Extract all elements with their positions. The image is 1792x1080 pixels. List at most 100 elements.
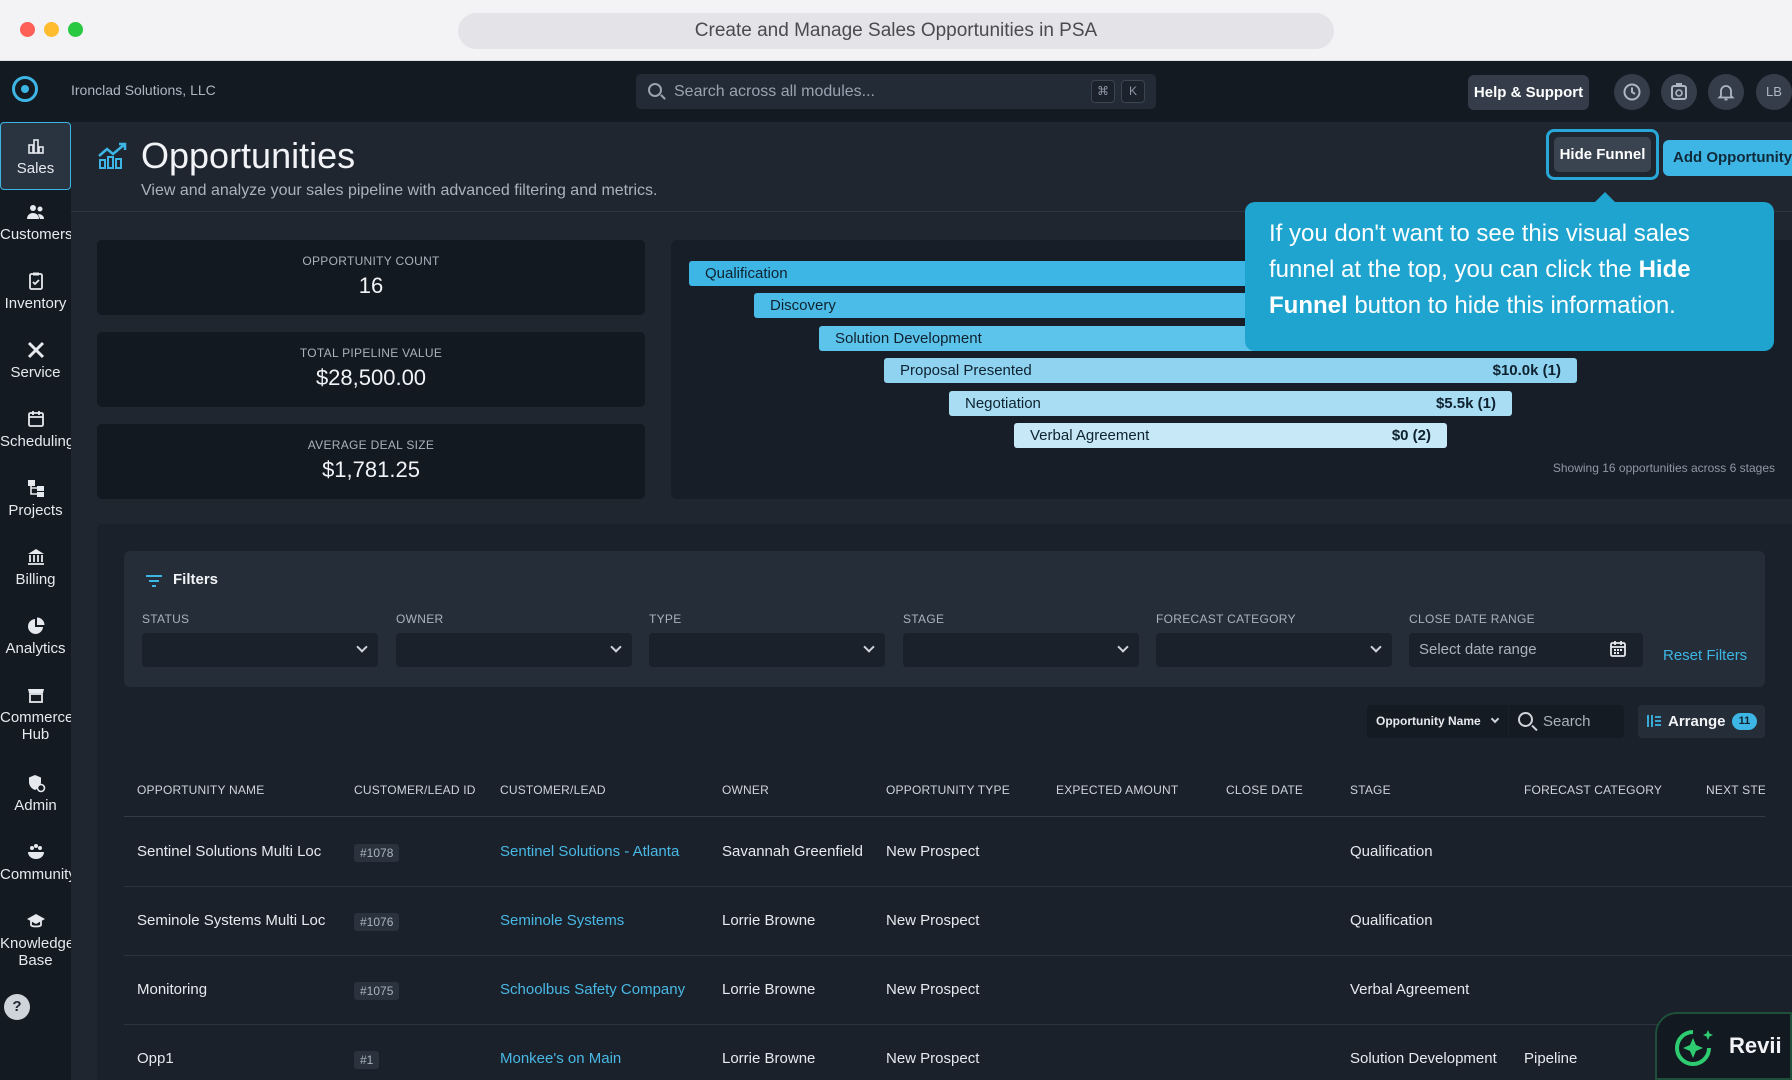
metric-value: $28,500.00	[315, 365, 427, 390]
sidebar-item-admin[interactable]: Admin	[0, 773, 71, 814]
funnel-stage-value: $0 (2)	[1391, 427, 1431, 444]
sidebar-item-commerce-hub[interactable]: Commerce Hub	[0, 685, 71, 743]
notifications-button[interactable]	[1708, 74, 1744, 110]
clipboard-icon	[28, 272, 43, 290]
help-support-button[interactable]: Help & Support	[1468, 75, 1589, 110]
sidebar-item-analytics[interactable]: Analytics	[0, 616, 71, 657]
sidebar-item-projects[interactable]: Projects	[0, 478, 71, 519]
cell-opportunity-type: New Prospect	[886, 1050, 980, 1067]
timer-button[interactable]	[1661, 74, 1697, 110]
funnel-stage-negotiation[interactable]: Negotiation $5.5k (1)	[949, 391, 1512, 416]
user-avatar[interactable]: LB	[1756, 74, 1792, 110]
minimize-window-button[interactable]	[44, 22, 59, 37]
funnel-summary-note: Showing 16 opportunities across 6 stages	[1552, 461, 1775, 475]
app-logo-icon[interactable]	[12, 76, 38, 102]
metric-total-pipeline-value: TOTAL PIPELINE VALUE $28,500.00	[97, 332, 645, 407]
arrange-columns-button[interactable]: Arrange 11	[1638, 705, 1765, 738]
cell-opportunity-type: New Prospect	[886, 843, 980, 860]
close-date-range-input[interactable]: Select date range	[1409, 633, 1643, 667]
date-range-placeholder: Select date range	[1419, 641, 1537, 658]
column-header-owner[interactable]: OWNER	[722, 783, 769, 797]
type-select[interactable]	[649, 633, 885, 667]
funnel-stage-name: Negotiation	[965, 395, 1041, 412]
cell-forecast-category: Pipeline	[1524, 1050, 1578, 1067]
calendar-icon	[27, 411, 44, 427]
pie-chart-icon	[27, 617, 44, 634]
owner-select[interactable]	[396, 633, 632, 667]
table-row[interactable]: Sentinel Solutions Multi Loc #1078 Senti…	[124, 818, 1792, 887]
help-question-icon[interactable]: ?	[4, 994, 30, 1020]
sidebar-item-label: Community	[0, 866, 71, 883]
cell-opportunity-name[interactable]: Sentinel Solutions Multi Loc	[137, 843, 321, 860]
table-row[interactable]: Seminole Systems Multi Loc #1076 Seminol…	[124, 887, 1792, 956]
browser-title[interactable]: Create and Manage Sales Opportunities in…	[458, 13, 1334, 49]
sidebar-item-community[interactable]: Community	[0, 842, 71, 883]
column-header-opportunity-name[interactable]: OPPORTUNITY NAME	[137, 783, 264, 797]
sidebar-item-label: Analytics	[5, 640, 66, 657]
filter-label-status: STATUS	[142, 612, 190, 626]
table-search-input[interactable]: Search	[1509, 705, 1624, 738]
tooltip-text-part2: button to hide this information.	[1347, 292, 1676, 319]
cell-owner: Lorrie Browne	[722, 912, 816, 929]
sidebar-item-service[interactable]: Service	[0, 340, 71, 381]
column-header-opportunity-type[interactable]: OPPORTUNITY TYPE	[886, 783, 1010, 797]
store-icon	[27, 689, 44, 703]
browser-titlebar: Create and Manage Sales Opportunities in…	[0, 0, 1792, 61]
tooltip-text-part1: If you don't want to see this visual sal…	[1269, 220, 1690, 283]
revii-assistant-button[interactable]: Revii	[1655, 1012, 1792, 1080]
funnel-stage-proposal-presented[interactable]: Proposal Presented $10.0k (1)	[884, 358, 1577, 383]
metric-value: 16	[358, 273, 384, 298]
app-window: Ironclad Solutions, LLC Search across al…	[0, 61, 1792, 1080]
cell-customer-lead-id: #1076	[354, 913, 400, 931]
maximize-window-button[interactable]	[68, 22, 83, 37]
sidebar-item-label: Admin	[14, 797, 57, 814]
search-field-select[interactable]: Opportunity Name	[1367, 705, 1508, 738]
cell-owner: Savannah Greenfield	[722, 843, 863, 860]
add-opportunity-button[interactable]: Add Opportunity	[1663, 140, 1792, 176]
close-window-button[interactable]	[20, 22, 35, 37]
sidebar-item-scheduling[interactable]: Scheduling	[0, 409, 71, 450]
chevron-down-icon	[1370, 641, 1382, 653]
cell-opportunity-name[interactable]: Monitoring	[137, 981, 207, 998]
arrange-count-badge: 11	[1732, 713, 1757, 730]
cell-opportunity-name[interactable]: Seminole Systems Multi Loc	[137, 912, 325, 929]
tools-icon	[27, 341, 44, 359]
funnel-stage-verbal-agreement[interactable]: Verbal Agreement $0 (2)	[1014, 423, 1447, 448]
forecast-category-select[interactable]	[1156, 633, 1392, 667]
cell-customer-lead-link[interactable]: Seminole Systems	[500, 912, 624, 929]
sidebar-item-sales[interactable]: Sales	[0, 122, 71, 190]
status-select[interactable]	[142, 633, 378, 667]
column-header-customer-lead[interactable]: CUSTOMER/LEAD	[500, 783, 606, 797]
column-header-close-date[interactable]: CLOSE DATE	[1226, 783, 1303, 797]
table-row[interactable]: Opp1 #1 Monkee's on Main Lorrie Browne N…	[124, 1025, 1792, 1080]
global-search-input[interactable]: Search across all modules... ⌘ K	[636, 74, 1156, 109]
cell-customer-lead-link[interactable]: Schoolbus Safety Company	[500, 981, 685, 998]
cell-customer-lead-link[interactable]: Sentinel Solutions - Atlanta	[500, 843, 679, 860]
metric-label: OPPORTUNITY COUNT	[302, 254, 440, 268]
cell-customer-lead-id: #1075	[354, 982, 400, 1000]
sidebar-item-knowledge-base[interactable]: Knowledge Base	[0, 911, 71, 969]
arrange-label: Arrange	[1668, 713, 1726, 730]
column-header-customer-lead-id[interactable]: CUSTOMER/LEAD ID	[354, 783, 476, 797]
hide-funnel-button[interactable]: Hide Funnel	[1554, 137, 1651, 172]
stage-select[interactable]	[903, 633, 1139, 667]
company-name: Ironclad Solutions, LLC	[71, 82, 216, 98]
admin-shield-icon	[28, 775, 45, 793]
sidebar-item-label: Customers	[0, 226, 71, 243]
column-header-next-step[interactable]: NEXT STEP	[1706, 783, 1765, 797]
sidebar-item-billing[interactable]: Billing	[0, 547, 71, 588]
column-header-expected-amount[interactable]: EXPECTED AMOUNT	[1056, 783, 1178, 797]
table-row[interactable]: Monitoring #1075 Schoolbus Safety Compan…	[124, 956, 1792, 1025]
sidebar-item-inventory[interactable]: Inventory	[0, 271, 71, 312]
column-header-forecast-category[interactable]: FORECAST CATEGORY	[1524, 783, 1662, 797]
reset-filters-link[interactable]: Reset Filters	[1663, 647, 1747, 664]
cell-opportunity-type: New Prospect	[886, 912, 980, 929]
search-field-value: Opportunity Name	[1376, 714, 1481, 728]
column-header-stage[interactable]: STAGE	[1350, 783, 1391, 797]
history-button[interactable]	[1614, 74, 1650, 110]
global-search-placeholder: Search across all modules...	[674, 83, 875, 100]
cell-opportunity-name[interactable]: Opp1	[137, 1050, 174, 1067]
sidebar-item-label: Projects	[8, 502, 63, 519]
cell-customer-lead-link[interactable]: Monkee's on Main	[500, 1050, 621, 1067]
sidebar-item-customers[interactable]: Customers	[0, 202, 71, 243]
